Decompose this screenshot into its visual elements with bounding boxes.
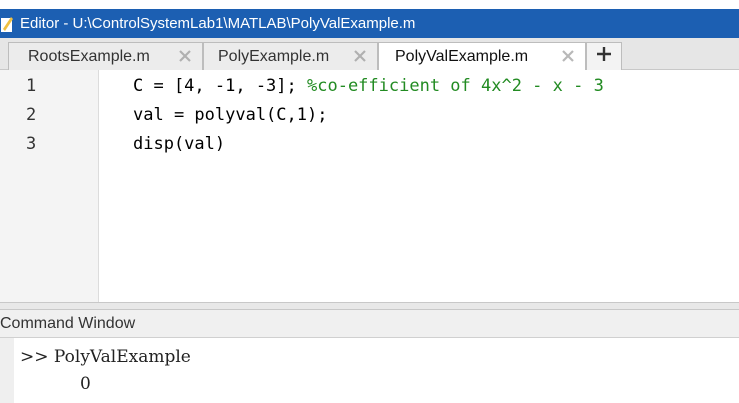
tab-roots-example[interactable]: RootsExample.m xyxy=(8,42,203,70)
command-window-header: Command Window xyxy=(0,310,739,338)
code-line[interactable]: C = [4, -1, -3]; %co-efficient of 4x^2 -… xyxy=(133,76,604,96)
tab-polyval-example[interactable]: PolyValExample.m xyxy=(378,42,586,71)
tab-poly-example[interactable]: PolyExample.m xyxy=(203,42,378,70)
command-prompt-line: >> PolyValExample xyxy=(20,347,191,367)
line-number: 1 xyxy=(26,76,37,96)
close-icon[interactable] xyxy=(561,49,575,63)
code-text: disp(val) xyxy=(133,134,226,154)
editor-title-bar: Editor - U:\ControlSystemLab1\MATLAB\Pol… xyxy=(0,9,739,38)
code-text: val = polyval(C,1); xyxy=(133,105,328,125)
tab-label: PolyValExample.m xyxy=(395,48,529,65)
command-output-line: 0 xyxy=(80,374,91,394)
code-line[interactable]: disp(val) xyxy=(133,134,225,154)
close-icon[interactable] xyxy=(178,49,192,63)
add-tab-button[interactable] xyxy=(586,42,622,70)
code-text: C = [4, -1, -3]; xyxy=(133,76,307,96)
line-number: 2 xyxy=(26,105,37,125)
code-editor[interactable]: 1 2 3 C = [4, -1, -3]; %co-efficient of … xyxy=(0,70,739,302)
tab-label: PolyExample.m xyxy=(218,47,330,65)
command-window-margin xyxy=(0,338,14,403)
matlab-editor-icon xyxy=(0,15,14,33)
window-title: Editor - U:\ControlSystemLab1\MATLAB\Pol… xyxy=(20,15,416,32)
line-number-gutter: 1 2 3 xyxy=(0,70,99,302)
code-comment: %co-efficient of 4x^2 - x - 3 xyxy=(307,76,604,96)
matlab-editor-screen: Editor - U:\ControlSystemLab1\MATLAB\Pol… xyxy=(0,0,739,403)
close-icon[interactable] xyxy=(353,49,367,63)
command-window[interactable]: >> PolyValExample 0 xyxy=(0,338,739,403)
command-window-title: Command Window xyxy=(0,314,136,332)
code-line[interactable]: val = polyval(C,1); xyxy=(133,105,327,125)
panel-splitter[interactable] xyxy=(0,302,739,310)
line-number: 3 xyxy=(26,134,37,154)
plus-icon xyxy=(596,46,612,67)
tab-label: RootsExample.m xyxy=(28,47,150,65)
file-tab-strip: RootsExample.m PolyExample.m PolyValExam… xyxy=(0,38,739,71)
